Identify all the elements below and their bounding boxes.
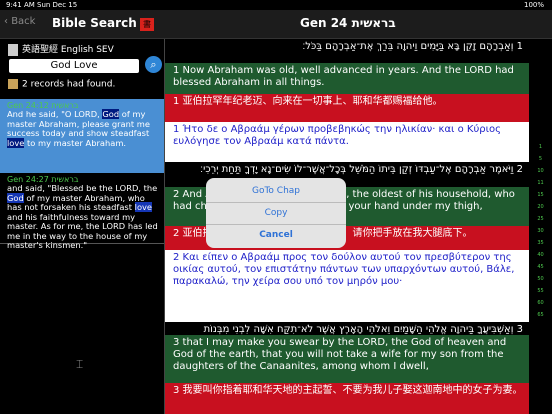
search-result-item[interactable]: Gen 24:27 בראשית and said, "Blessed be t… bbox=[0, 173, 164, 250]
text-caret-icon: ⌶ bbox=[76, 357, 84, 371]
search-input[interactable]: God Love bbox=[9, 59, 139, 73]
index-number[interactable]: 10 bbox=[529, 168, 552, 174]
verse-chinese[interactable]: 3 我要叫你指着耶和华天地的主起誓、不要为我儿子娶这迦南地中的女子为妻。 bbox=[165, 383, 529, 414]
search-icon: ⌕ bbox=[150, 58, 157, 71]
highlight-love: love bbox=[134, 202, 153, 212]
verse-chinese[interactable]: 1 亚伯拉罕年纪老迈、向来在一切事上、耶和华都赐福给他。 bbox=[165, 94, 529, 122]
verse-english[interactable]: 1 Now Abraham was old, well advanced in … bbox=[165, 63, 529, 94]
popup-divider bbox=[206, 224, 346, 225]
version-label: 英語聖經 English SEV bbox=[22, 45, 114, 55]
copy-button[interactable]: Copy bbox=[206, 208, 346, 218]
verse-greek[interactable]: 1 Ήτο δε ο Αβραάμ γέρων προβεβηκώς την η… bbox=[165, 122, 529, 162]
search-sidebar: 英語聖經 English SEV God Love ⌕ 2 records ha… bbox=[0, 39, 165, 414]
index-number[interactable]: 50 bbox=[529, 276, 552, 282]
records-count: 2 records had found. bbox=[8, 79, 115, 90]
chapter-title: Gen 24 בראשית bbox=[300, 16, 396, 30]
index-number[interactable]: 60 bbox=[529, 300, 552, 306]
index-number[interactable]: 40 bbox=[529, 252, 552, 258]
cancel-button[interactable]: Cancel bbox=[206, 230, 346, 240]
verse-hebrew[interactable]: 1 וְאַבְרָהָם זָקֵן בָּא בַּיָּמִים וַיה… bbox=[165, 39, 529, 63]
records-text: 2 records had found. bbox=[22, 79, 116, 90]
index-number[interactable]: 15 bbox=[529, 192, 552, 198]
status-time: 9:41 AM Sun Dec 15 bbox=[6, 1, 78, 9]
back-button[interactable]: ‹ Back bbox=[4, 16, 35, 27]
back-label: Back bbox=[11, 16, 36, 27]
book-icon[interactable]: 書 bbox=[140, 18, 154, 31]
index-number[interactable]: 45 bbox=[529, 264, 552, 270]
index-number[interactable]: 30 bbox=[529, 228, 552, 234]
index-number[interactable]: 11 bbox=[529, 180, 552, 186]
navigation-bar: ‹ Back Bible Search 書 Gen 24 בראשית bbox=[0, 10, 552, 39]
popup-divider bbox=[206, 202, 346, 203]
goto-chap-button[interactable]: GoTo Chap bbox=[206, 186, 346, 196]
verse-index-gutter[interactable]: 1 5 10 11 15 20 25 30 35 40 45 50 55 60 … bbox=[529, 39, 552, 414]
index-number[interactable]: 20 bbox=[529, 204, 552, 210]
search-result-item[interactable]: Gen 24:12 בראשית And he said, "O LORD, G… bbox=[0, 99, 164, 173]
index-number[interactable]: 65 bbox=[529, 312, 552, 318]
battery-indicator: 100% bbox=[523, 1, 544, 9]
highlight-god: God bbox=[7, 192, 24, 203]
index-number[interactable]: 5 bbox=[529, 156, 552, 162]
result-text: And he said, "O LORD, God of my master A… bbox=[7, 109, 150, 148]
index-number[interactable]: 35 bbox=[529, 240, 552, 246]
index-number[interactable]: 1 bbox=[529, 144, 552, 150]
search-title: Bible Search bbox=[52, 16, 137, 30]
highlight-god: God bbox=[102, 109, 120, 119]
version-selector[interactable]: 英語聖經 English SEV bbox=[8, 42, 158, 56]
search-button[interactable]: ⌕ bbox=[145, 56, 162, 73]
result-text: and said, "Blessed be the LORD, the God … bbox=[7, 183, 158, 250]
bible-version-icon bbox=[8, 43, 18, 56]
verse-greek[interactable]: 2 Και είπεν ο Αβραάμ προς τον δούλον αυτ… bbox=[165, 250, 529, 322]
action-popup: GoTo Chap Copy Cancel bbox=[206, 178, 346, 248]
status-bar: 9:41 AM Sun Dec 15 100% bbox=[0, 0, 552, 10]
records-icon bbox=[8, 79, 18, 89]
verse-english[interactable]: 3 that I may make you swear by the LORD,… bbox=[165, 335, 529, 383]
index-number[interactable]: 25 bbox=[529, 216, 552, 222]
highlight-love: love bbox=[7, 137, 25, 148]
index-number[interactable]: 55 bbox=[529, 288, 552, 294]
